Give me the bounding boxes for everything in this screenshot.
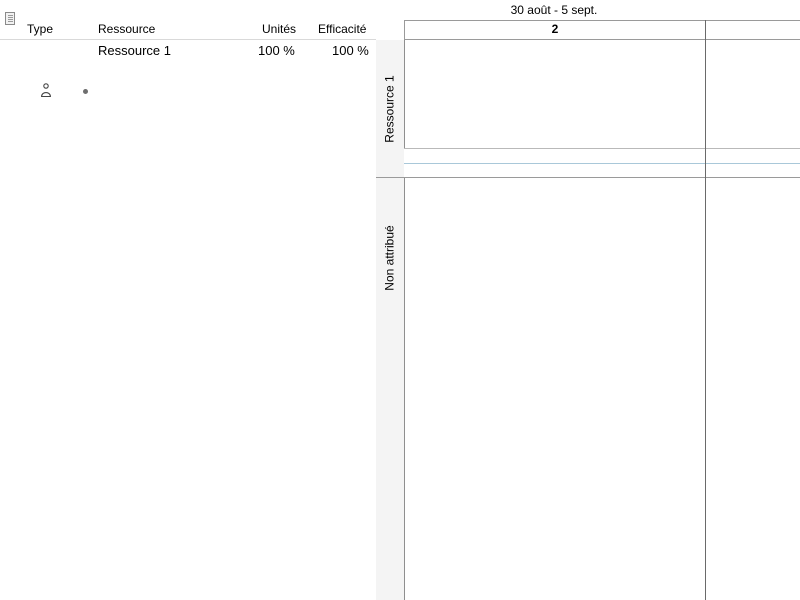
header-grid-line — [404, 20, 800, 21]
lane-area-resource-1[interactable] — [405, 40, 800, 148]
units-cell[interactable]: 100 % — [258, 43, 295, 59]
week-divider-line — [705, 20, 706, 600]
lane-separator — [404, 163, 800, 164]
week-range-label: 30 août - 5 sept. — [510, 3, 598, 17]
lane-label-text: Ressource 1 — [383, 75, 397, 143]
resource-name-cell[interactable]: Ressource 1 — [98, 43, 171, 59]
column-header-type[interactable]: Type — [27, 21, 53, 37]
lane-separator — [404, 148, 800, 149]
bullet-icon — [83, 89, 88, 94]
column-header-resource[interactable]: Ressource — [98, 21, 155, 37]
lane-label-text: Non attribué — [383, 225, 397, 291]
lane-area-unassigned[interactable] — [405, 178, 800, 600]
table-row[interactable]: Ressource 1 100 % 100 % — [0, 40, 376, 98]
document-icon[interactable] — [5, 12, 15, 25]
efficiency-cell[interactable]: 100 % — [332, 43, 369, 59]
lane-label-unassigned[interactable]: Non attribué — [376, 178, 404, 338]
week-number-label: 2 — [551, 22, 559, 36]
column-header-efficiency[interactable]: Efficacité — [318, 21, 366, 37]
column-header-units[interactable]: Unités — [262, 21, 296, 37]
lane-label-resource-1[interactable]: Ressource 1 — [376, 40, 404, 178]
person-icon — [41, 83, 51, 98]
